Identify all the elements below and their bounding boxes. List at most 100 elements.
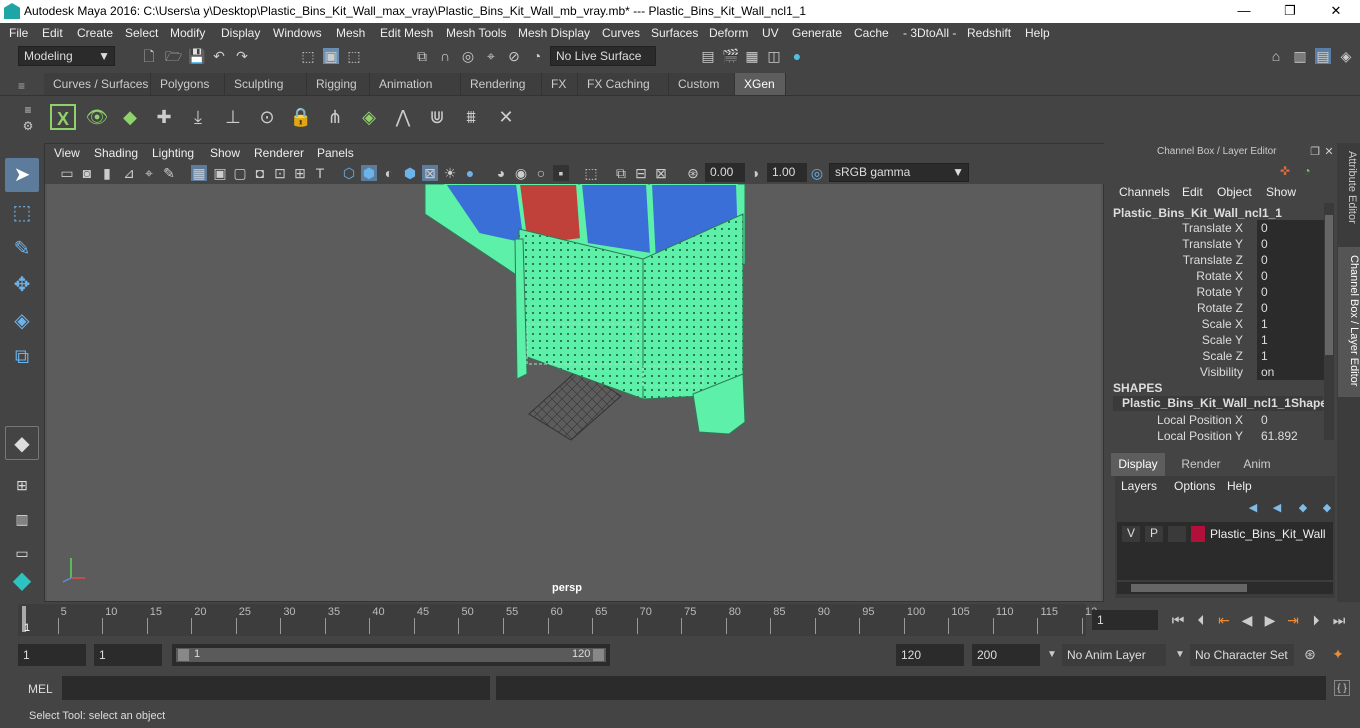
maximize-button[interactable]: ❐ bbox=[1280, 2, 1300, 20]
layer-row[interactable]: V P Plastic_Bins_Kit_Wall bbox=[1119, 524, 1331, 544]
shelf-gear-icon[interactable]: ⚙ bbox=[20, 118, 36, 134]
four-view-layout-icon[interactable]: ⊞ bbox=[5, 468, 39, 502]
grid-icon[interactable]: ▦ bbox=[191, 165, 207, 181]
layer-playback-toggle[interactable]: P bbox=[1145, 526, 1163, 542]
live-surface-icon[interactable]: ◔ bbox=[529, 48, 545, 64]
hud-icon[interactable]: ⊠ bbox=[653, 165, 669, 181]
snap-curve-icon[interactable]: ∩ bbox=[437, 48, 453, 64]
anti-aliasing-icon[interactable]: ◉ bbox=[513, 165, 529, 181]
camera-select-icon[interactable]: ▭ bbox=[59, 165, 75, 181]
current-frame-field[interactable]: 1 bbox=[1092, 610, 1158, 630]
hypershade-icon[interactable]: ● bbox=[789, 48, 805, 64]
tab-channel-box[interactable]: Channel Box / Layer Editor bbox=[1338, 247, 1360, 397]
menu-edit[interactable]: Edit bbox=[42, 26, 63, 40]
open-scene-icon[interactable]: 🗁 bbox=[165, 48, 182, 64]
step-back-key-icon[interactable]: ⇤ bbox=[1216, 612, 1232, 628]
layer-name[interactable]: Plastic_Bins_Kit_Wall bbox=[1210, 527, 1326, 541]
xgen-grooming-icon[interactable]: ⋔ bbox=[322, 104, 348, 130]
tab-polygons[interactable]: Polygons bbox=[151, 73, 225, 95]
script-language-label[interactable]: MEL bbox=[28, 682, 53, 696]
range-start-grip[interactable] bbox=[178, 649, 189, 661]
resolution-gate-icon[interactable]: ▢ bbox=[232, 165, 248, 181]
channel-value[interactable]: 1 bbox=[1257, 316, 1327, 332]
gamma-field[interactable]: 1.00 bbox=[767, 163, 807, 182]
channel-local-position-y[interactable]: Local Position Y 61.892 bbox=[1105, 428, 1330, 444]
tab-display[interactable]: Display bbox=[1111, 453, 1165, 476]
menu-create[interactable]: Create bbox=[77, 26, 113, 40]
channel-scrollbar[interactable] bbox=[1324, 203, 1334, 440]
layer-color-swatch[interactable] bbox=[1191, 526, 1205, 542]
menu-mesh-tools[interactable]: Mesh Tools bbox=[446, 26, 506, 40]
scale-tool-icon[interactable]: ⧉ bbox=[5, 340, 39, 374]
workspace-icon[interactable]: ⌂ bbox=[1268, 48, 1284, 64]
channel-value[interactable]: 1 bbox=[1257, 348, 1327, 364]
xgen-comb-icon[interactable]: ⋀ bbox=[390, 104, 416, 130]
textured-icon[interactable]: ⬢ bbox=[402, 165, 418, 181]
safe-title-icon[interactable]: T bbox=[312, 165, 328, 181]
tab-rigging[interactable]: Rigging bbox=[307, 73, 370, 95]
channel-translate-y[interactable]: Translate Y 0 bbox=[1105, 236, 1330, 252]
close-panel-icon[interactable]: ✕ bbox=[1321, 144, 1337, 160]
xgen-delete-icon[interactable]: ✕ bbox=[493, 104, 519, 130]
undo-icon[interactable]: ↶ bbox=[211, 48, 227, 64]
layer-visibility-toggle[interactable]: V bbox=[1122, 526, 1140, 542]
menu-edit-mesh[interactable]: Edit Mesh bbox=[380, 26, 433, 40]
move-tool-icon[interactable]: ✥ bbox=[5, 268, 39, 302]
shelf-menu-icon[interactable]: ≡ bbox=[18, 79, 38, 93]
single-perspective-layout-icon[interactable]: ◆ bbox=[5, 426, 39, 460]
tab-curves-surfaces[interactable]: Curves / Surfaces bbox=[44, 73, 151, 95]
close-button[interactable]: ✕ bbox=[1326, 2, 1346, 20]
modeling-toolkit-icon[interactable]: ▥ bbox=[1292, 48, 1308, 64]
animation-start-field[interactable]: 1 bbox=[18, 644, 86, 666]
channel-local-position-x[interactable]: Local Position X 0 bbox=[1105, 412, 1330, 428]
char-set-chevron-icon[interactable]: ▼ bbox=[1172, 647, 1188, 663]
panel-menu-lighting[interactable]: Lighting bbox=[152, 146, 194, 160]
channel-visibility[interactable]: Visibility on bbox=[1105, 364, 1330, 380]
rotate-tool-icon[interactable]: ◈ bbox=[5, 304, 39, 338]
depth-of-field-icon[interactable]: ○ bbox=[533, 165, 549, 181]
gamma-icon[interactable]: ◑ bbox=[747, 165, 763, 181]
film-gate-icon[interactable]: ▣ bbox=[212, 165, 228, 181]
channel-value[interactable]: 0 bbox=[1257, 220, 1327, 236]
shelf-options-icon[interactable]: ≡ bbox=[20, 102, 36, 118]
channels-show-menu[interactable]: Show bbox=[1266, 185, 1296, 199]
wireframe-icon[interactable]: ⬡ bbox=[341, 165, 357, 181]
tab-animation[interactable]: Animation bbox=[370, 73, 461, 95]
move-layer-down-icon[interactable]: ◀ bbox=[1269, 500, 1285, 516]
menu-redshift[interactable]: Redshift bbox=[967, 26, 1011, 40]
render-view-icon[interactable]: ◫ bbox=[766, 48, 782, 64]
layers-menu[interactable]: Layers bbox=[1121, 479, 1157, 493]
menu-surfaces[interactable]: Surfaces bbox=[651, 26, 698, 40]
snap-surface-icon[interactable]: ⊘ bbox=[506, 48, 522, 64]
xgen-add-guide-icon[interactable]: ✚ bbox=[151, 104, 177, 130]
play-forwards-icon[interactable]: ▶ bbox=[1262, 612, 1278, 628]
new-layer-icon[interactable]: ◆ bbox=[1295, 500, 1311, 516]
range-handle[interactable]: 1 120 bbox=[176, 648, 606, 662]
snap-grid-icon[interactable]: ⧉ bbox=[414, 48, 430, 64]
manipulator-icon[interactable]: ✜ bbox=[1277, 163, 1293, 179]
menu-mesh-display[interactable]: Mesh Display bbox=[518, 26, 590, 40]
channel-rotate-y[interactable]: Rotate Y 0 bbox=[1105, 284, 1330, 300]
panel-menu-panels[interactable]: Panels bbox=[317, 146, 354, 160]
xgen-add-guide-2-icon[interactable]: ⊥ bbox=[220, 104, 246, 130]
wireframe-on-shaded-icon[interactable]: ◐ bbox=[381, 165, 397, 181]
layer-reference-toggle[interactable] bbox=[1168, 526, 1186, 542]
smooth-shade-icon[interactable]: ⬢ bbox=[361, 165, 377, 181]
channel-scale-z[interactable]: Scale Z 1 bbox=[1105, 348, 1330, 364]
auto-key-icon[interactable]: ⊛ bbox=[1302, 646, 1318, 662]
grease-pencil-icon[interactable]: ✎ bbox=[161, 165, 177, 181]
new-layer-selected-icon[interactable]: ◆ bbox=[1319, 500, 1335, 516]
speed-icon[interactable]: ◔ bbox=[1299, 163, 1315, 179]
xgen-description-icon[interactable]: ◆ bbox=[117, 104, 143, 130]
live-surface-field[interactable]: No Live Surface bbox=[550, 46, 656, 66]
exposure-field[interactable]: 0.00 bbox=[705, 163, 745, 182]
outliner-layout-icon[interactable]: ▥ bbox=[5, 502, 39, 536]
anim-layer-chevron-icon[interactable]: ▼ bbox=[1044, 647, 1060, 663]
channel-value[interactable]: 1 bbox=[1257, 332, 1327, 348]
shadows-icon[interactable]: ☀ bbox=[442, 165, 458, 181]
menu-file[interactable]: File bbox=[9, 26, 28, 40]
panel-menu-show[interactable]: Show bbox=[210, 146, 240, 160]
field-chart-icon[interactable]: ⊡ bbox=[272, 165, 288, 181]
layers-options-menu[interactable]: Options bbox=[1174, 479, 1215, 493]
isolate-select-icon[interactable]: ⬚ bbox=[583, 165, 599, 181]
